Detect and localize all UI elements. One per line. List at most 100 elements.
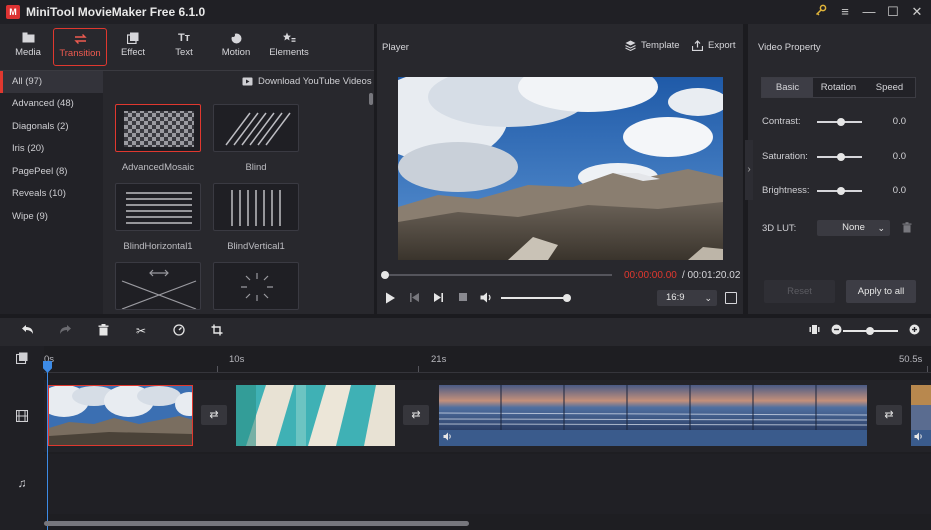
timeline-horizontal-scrollbar[interactable] bbox=[44, 521, 469, 526]
transition-icon bbox=[73, 33, 87, 45]
volume-slider-knob[interactable] bbox=[563, 294, 571, 302]
tab-basic[interactable]: Basic bbox=[762, 78, 813, 97]
brightness-slider-knob[interactable] bbox=[837, 187, 845, 195]
motion-icon bbox=[229, 32, 243, 44]
saturation-value: 0.0 bbox=[892, 151, 906, 162]
split-scissors-icon[interactable]: ✂ bbox=[134, 324, 148, 338]
minimize-icon[interactable]: — bbox=[860, 3, 878, 21]
zoom-in-icon[interactable] bbox=[907, 324, 921, 338]
tab-rotation[interactable]: Rotation bbox=[813, 78, 864, 97]
timeline-clip-ocean[interactable] bbox=[439, 385, 867, 446]
chevron-down-icon: ⌄ bbox=[877, 223, 885, 233]
crop-icon[interactable] bbox=[210, 324, 224, 338]
close-icon[interactable]: ✕ bbox=[908, 3, 926, 21]
previous-frame-icon[interactable] bbox=[408, 292, 420, 304]
category-wipe[interactable]: Wipe (9) bbox=[0, 206, 103, 228]
reset-button[interactable]: Reset bbox=[764, 280, 835, 303]
audio-track bbox=[44, 454, 931, 514]
ruler-baseline bbox=[44, 372, 931, 373]
transition-iris-thumb[interactable] bbox=[213, 262, 299, 310]
chevron-down-icon: ⌄ bbox=[704, 293, 712, 303]
saturation-slider-knob[interactable] bbox=[837, 153, 845, 161]
fit-zoom-icon[interactable] bbox=[807, 324, 821, 338]
tab-speed[interactable]: Speed bbox=[864, 78, 915, 97]
playback-progress-track[interactable] bbox=[384, 274, 612, 276]
contrast-label: Contrast: bbox=[762, 116, 801, 127]
maximize-icon[interactable]: ☐ bbox=[884, 3, 902, 21]
category-all[interactable]: All (97) bbox=[0, 71, 103, 93]
transition-label: Blind bbox=[245, 162, 267, 173]
volume-icon[interactable] bbox=[480, 292, 492, 304]
transition-advancedmosaic-thumb[interactable] bbox=[115, 104, 201, 152]
transition-blind-thumb[interactable] bbox=[213, 104, 299, 152]
fullscreen-icon[interactable] bbox=[725, 292, 737, 304]
library-scrollbar[interactable] bbox=[369, 93, 373, 105]
toolbar-transition[interactable]: Transition bbox=[53, 28, 107, 66]
zoom-out-icon[interactable] bbox=[829, 324, 843, 338]
contrast-value: 0.0 bbox=[892, 116, 906, 127]
category-reveals[interactable]: Reveals (10) bbox=[0, 183, 103, 205]
next-frame-icon[interactable] bbox=[432, 292, 444, 304]
template-label: Template bbox=[641, 40, 680, 51]
toolbar-text-label: Text bbox=[175, 47, 193, 58]
transition-label: BlindVertical1 bbox=[227, 241, 285, 252]
toolbar-media[interactable]: Media bbox=[1, 28, 55, 66]
trash-icon[interactable] bbox=[902, 222, 912, 233]
app-logo-icon: M bbox=[6, 5, 20, 19]
media-icon bbox=[21, 32, 35, 44]
toolbar-elements[interactable]: Elements bbox=[262, 28, 316, 66]
player-title: Player bbox=[382, 42, 409, 53]
transition-blindvertical1-thumb[interactable] bbox=[213, 183, 299, 231]
apply-to-all-button[interactable]: Apply to all bbox=[846, 280, 916, 303]
toolbar-text[interactable]: Tт Text bbox=[157, 28, 211, 66]
total-time: / 00:01:20.02 bbox=[682, 270, 741, 281]
video-preview bbox=[398, 77, 723, 260]
speed-icon[interactable] bbox=[172, 324, 186, 338]
ruler-label: 50.5s bbox=[899, 354, 923, 365]
play-icon[interactable] bbox=[384, 292, 396, 304]
toolbar-motion[interactable]: Motion bbox=[209, 28, 263, 66]
category-diagonals[interactable]: Diagonals (2) bbox=[0, 116, 103, 138]
timeline-clip-mountain[interactable] bbox=[48, 385, 193, 446]
clip-audio-icon[interactable] bbox=[443, 432, 453, 444]
collapse-panel-handle[interactable]: › bbox=[745, 140, 753, 200]
download-icon bbox=[242, 77, 253, 86]
stop-icon[interactable] bbox=[457, 292, 469, 304]
clip-audio-icon[interactable] bbox=[914, 432, 924, 444]
music-track-icon: ♫ bbox=[17, 476, 27, 490]
transition-label: AdvancedMosaic bbox=[121, 162, 195, 173]
property-title: Video Property bbox=[758, 42, 821, 53]
export-button[interactable]: Export bbox=[692, 40, 735, 51]
transition-slot-button[interactable]: ⇄ bbox=[201, 405, 227, 425]
aspect-ratio-select[interactable]: 16:9 ⌄ bbox=[657, 290, 717, 306]
playback-progress-knob[interactable] bbox=[381, 271, 389, 279]
undo-icon[interactable] bbox=[20, 324, 34, 338]
zoom-slider-knob[interactable] bbox=[866, 327, 874, 335]
key-icon[interactable] bbox=[812, 3, 830, 21]
download-youtube-link[interactable]: Download YouTube Videos bbox=[242, 76, 372, 87]
transition-slot-button[interactable]: ⇄ bbox=[403, 405, 429, 425]
transition-slot-button[interactable]: ⇄ bbox=[876, 405, 902, 425]
elements-icon bbox=[282, 32, 296, 44]
category-advanced[interactable]: Advanced (48) bbox=[0, 93, 103, 115]
property-tabs: Basic Rotation Speed bbox=[761, 77, 916, 98]
brightness-value: 0.0 bbox=[892, 185, 906, 196]
transition-blindhorizontal1-thumb[interactable] bbox=[115, 183, 201, 231]
volume-slider-track[interactable] bbox=[501, 297, 567, 299]
add-track-icon[interactable] bbox=[15, 352, 29, 366]
track-header-column bbox=[0, 346, 44, 530]
playhead-line[interactable] bbox=[47, 364, 48, 530]
category-pagepeel[interactable]: PagePeel (8) bbox=[0, 161, 103, 183]
delete-icon[interactable] bbox=[96, 324, 110, 338]
ruler-label: 10s bbox=[229, 354, 245, 365]
timeline-clip-beach[interactable] bbox=[236, 385, 395, 446]
redo-icon[interactable] bbox=[58, 324, 72, 338]
lut-select[interactable]: None ⌄ bbox=[817, 220, 890, 236]
category-iris[interactable]: Iris (20) bbox=[0, 138, 103, 160]
property-panel bbox=[748, 24, 931, 314]
toolbar-effect[interactable]: Effect bbox=[106, 28, 160, 66]
contrast-slider-knob[interactable] bbox=[837, 118, 845, 126]
transition-cross-thumb[interactable] bbox=[115, 262, 201, 310]
template-button[interactable]: Template bbox=[625, 40, 680, 51]
menu-icon[interactable]: ≡ bbox=[836, 3, 854, 21]
